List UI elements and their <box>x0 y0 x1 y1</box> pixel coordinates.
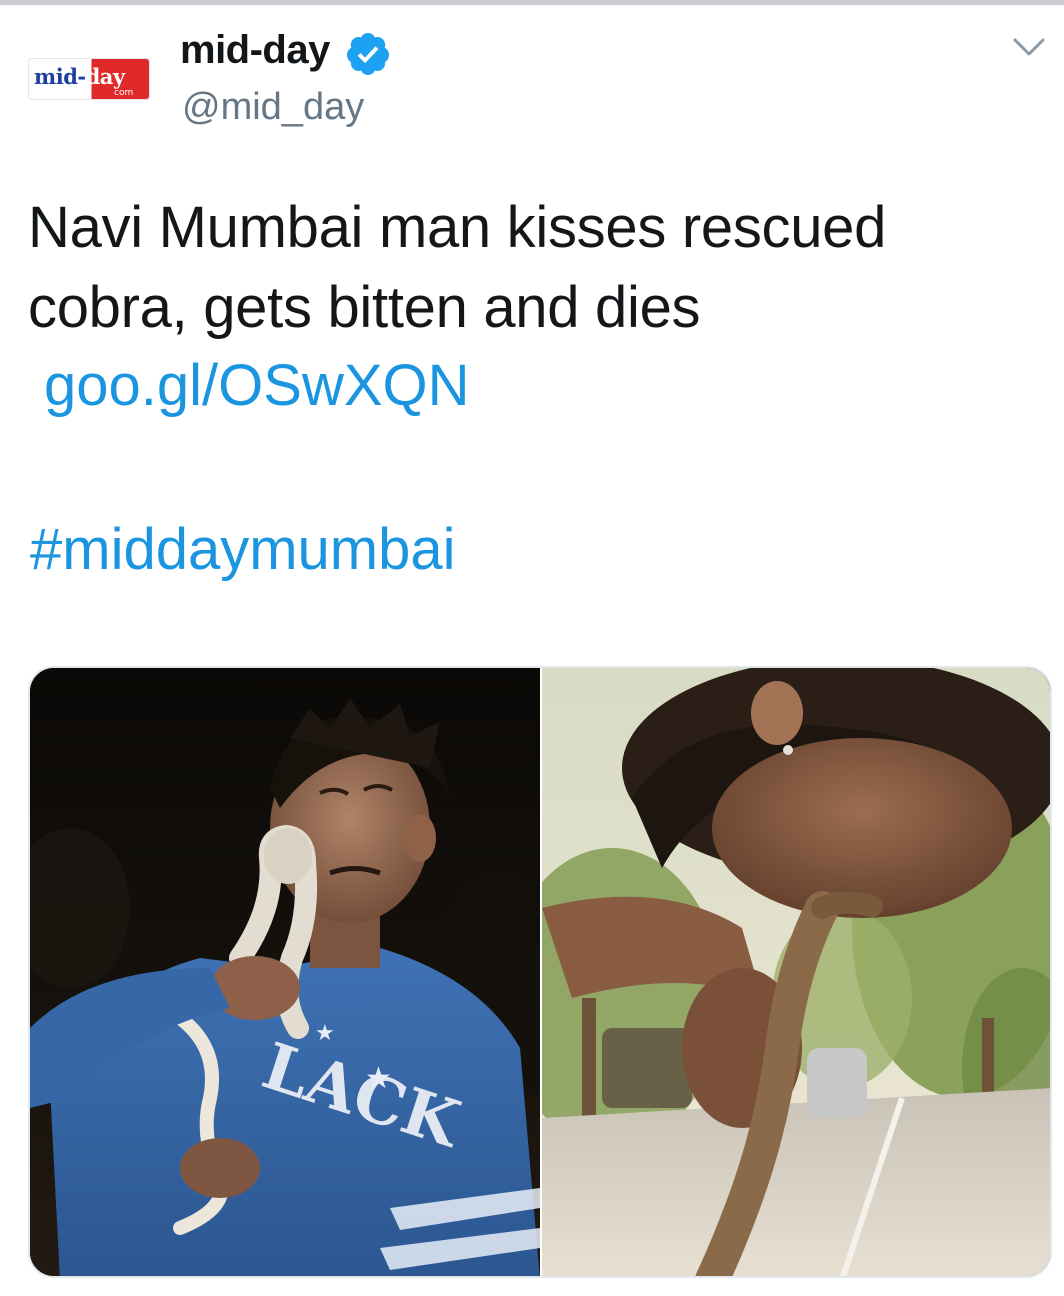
hashtag-link[interactable]: #middaymumbai <box>30 516 456 583</box>
top-divider <box>0 0 1064 5</box>
avatar-logo-text: mid-day <box>34 64 125 89</box>
media-photo-right[interactable] <box>542 668 1052 1278</box>
tweet-media[interactable]: LACK ★ ★ <box>28 666 1052 1278</box>
avatar[interactable]: mid-day com <box>26 52 152 110</box>
tweet-link[interactable]: goo.gl/OSwXQN <box>44 352 470 419</box>
display-name[interactable]: mid-day <box>180 28 330 73</box>
verified-badge-icon <box>346 33 389 75</box>
media-photo-left[interactable]: LACK ★ ★ <box>30 668 540 1278</box>
user-handle[interactable]: @mid_day <box>182 86 364 129</box>
svg-text:★: ★ <box>365 1061 392 1096</box>
chevron-down-icon[interactable] <box>1012 34 1046 60</box>
svg-text:★: ★ <box>315 1021 335 1046</box>
avatar-logo-subtext: com <box>114 88 134 98</box>
tweet-text: Navi Mumbai man kisses rescued cobra, ge… <box>28 195 887 340</box>
